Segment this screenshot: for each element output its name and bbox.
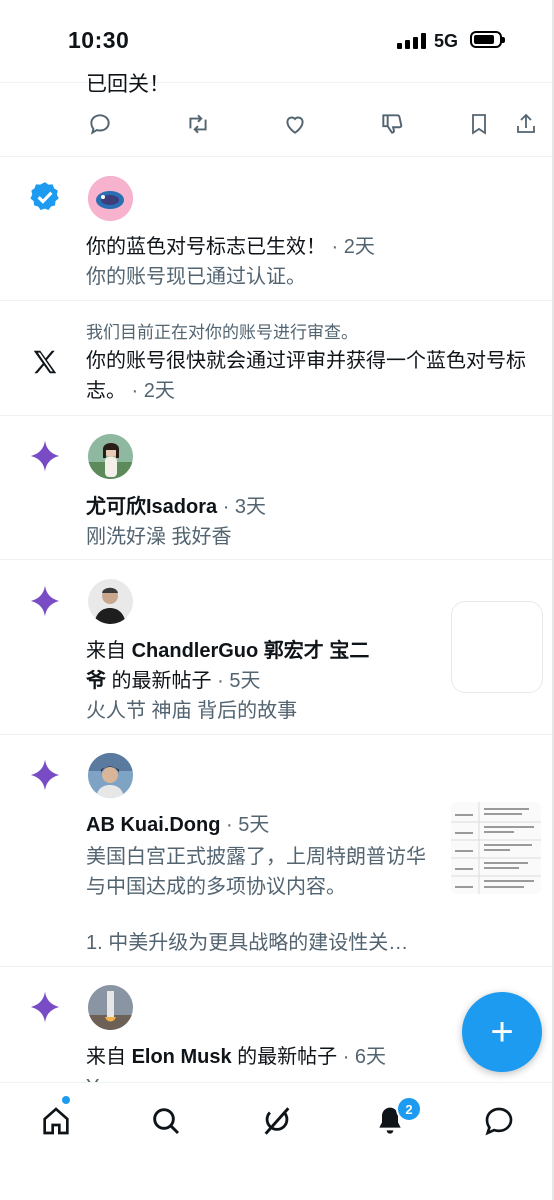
app-frame: 10:30 5G 已回关！ 你的蓝色对号标志已生效！ · 2天 你的账号现已通过… <box>0 0 554 1200</box>
sparkle-icon <box>26 756 64 794</box>
nav-grok[interactable] <box>255 1099 299 1143</box>
notification-header: 我们目前正在对你的账号进行审查。 <box>86 323 358 342</box>
timestamp: · 5天 <box>220 814 270 836</box>
timestamp: · 3天 <box>217 496 267 518</box>
post-preview-continued: 1. 中美升级为更具战略的建设性关… <box>86 932 409 954</box>
avatar[interactable] <box>88 579 133 624</box>
post-suffix: 的最新帖子 <box>231 1046 338 1068</box>
timestamp: · 2天 <box>326 236 375 258</box>
post-preview: 火人节 神庙 背后的故事 <box>86 700 298 722</box>
author-name[interactable]: AB Kuai.Dong <box>86 814 220 836</box>
bookmark-icon[interactable] <box>461 106 497 142</box>
sparkle-icon <box>26 437 64 475</box>
avatar[interactable] <box>88 753 133 798</box>
post-preview: 刚洗好澡 我好香 <box>86 526 232 548</box>
divider <box>0 734 552 735</box>
plus-icon: + <box>490 1010 514 1054</box>
sparkle-icon <box>26 582 64 620</box>
sparkle-icon <box>26 988 64 1026</box>
timestamp: · 6天 <box>337 1046 387 1068</box>
home-icon <box>43 1107 69 1135</box>
divider <box>0 559 552 560</box>
message-icon <box>485 1107 513 1136</box>
x-logo-icon <box>26 343 64 381</box>
network-label: 5G <box>434 31 459 51</box>
timestamp: · 5天 <box>211 670 261 692</box>
status-time: 10:30 <box>68 27 130 53</box>
bottom-nav: 2 <box>0 1082 552 1200</box>
avatar[interactable] <box>88 176 133 221</box>
tweet-actions <box>0 106 552 146</box>
grok-icon <box>264 1107 290 1135</box>
retweet-icon[interactable] <box>180 106 216 142</box>
post-thumbnail[interactable] <box>451 802 541 894</box>
verified-badge-icon <box>26 178 64 216</box>
nav-home[interactable] <box>34 1099 78 1143</box>
avatar[interactable] <box>88 985 133 1030</box>
divider <box>0 415 552 416</box>
notification-count-badge: 2 <box>396 1096 422 1122</box>
post-preview: 美国白宫正式披露了，上周特朗普访华与中国达成的多项协议内容。 <box>86 846 426 898</box>
post-suffix: 的最新帖子 <box>106 670 212 692</box>
share-icon[interactable] <box>508 106 544 142</box>
divider <box>0 156 552 157</box>
post-thumbnail[interactable] <box>451 601 543 693</box>
signal-icon <box>397 33 426 49</box>
battery-icon <box>470 31 505 48</box>
dislike-icon[interactable] <box>374 106 410 142</box>
divider <box>0 300 552 301</box>
post-prefix: 来自 <box>86 640 132 662</box>
reply-icon[interactable] <box>82 106 118 142</box>
partial-tweet-text: 已回关！ <box>86 73 170 96</box>
author-name[interactable]: 尤可欣Isadora <box>86 496 217 518</box>
author-name[interactable]: Elon Musk <box>132 1046 232 1068</box>
compose-button[interactable]: + <box>462 992 542 1072</box>
timestamp: · 2天 <box>126 380 175 402</box>
home-unread-dot <box>62 1096 70 1104</box>
divider <box>0 966 552 967</box>
like-icon[interactable] <box>277 106 313 142</box>
avatar[interactable] <box>88 434 133 479</box>
status-bar: 10:30 5G <box>0 0 552 83</box>
nav-messages[interactable] <box>477 1099 521 1143</box>
post-prefix: 来自 <box>86 1046 132 1068</box>
notification-title: 你的蓝色对号标志已生效！ <box>86 236 326 258</box>
search-icon <box>153 1108 180 1135</box>
notification-body: 你的账号现已通过认证。 <box>86 266 306 288</box>
nav-search[interactable] <box>144 1099 188 1143</box>
